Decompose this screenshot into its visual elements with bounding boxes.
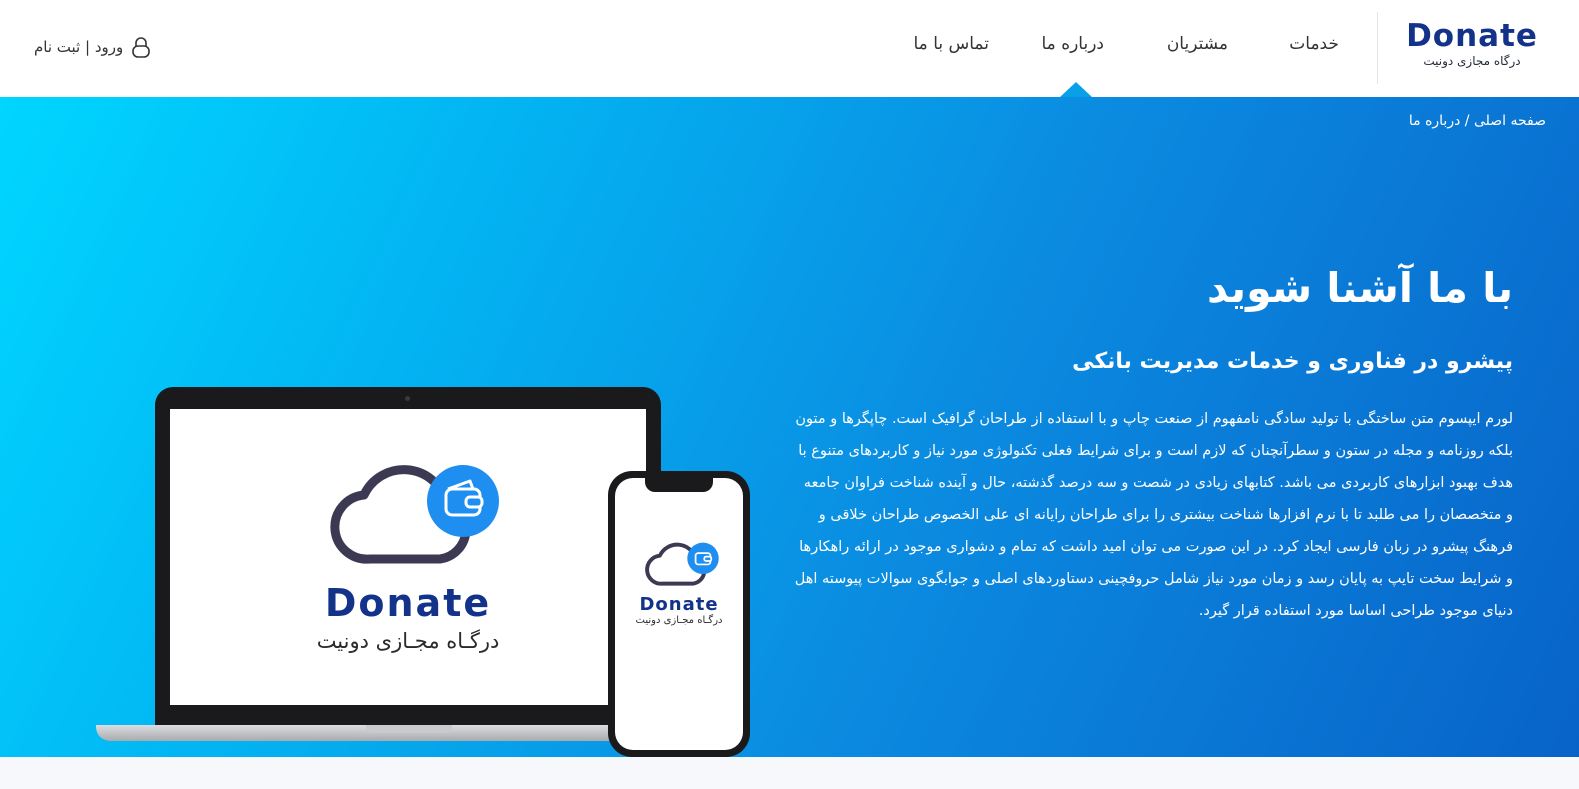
page-title: با ما آشنا شوید — [1207, 264, 1513, 312]
page-bottom-strip — [0, 757, 1579, 789]
login-register-label[interactable]: ورود | ثبت نام — [34, 38, 123, 56]
laptop-lid: Donate درگـاه مجـازی دونیت — [155, 387, 661, 727]
laptop-camera — [405, 396, 410, 401]
hero-section: صفحه اصلی / درباره ما با ما آشنا شوید پی… — [0, 97, 1579, 757]
page-subtitle: پیشرو در فناوری و خدمات مدیریت بانکی — [1072, 349, 1513, 374]
phone-logo-wordmark: Donate — [639, 594, 719, 615]
nav-item-customers[interactable]: مشتریان — [1167, 34, 1228, 54]
laptop-logo-tagline: درگـاه مجـازی دونیت — [316, 629, 500, 653]
nav-item-services[interactable]: خدمات — [1289, 34, 1339, 54]
nav-item-contact[interactable]: تماس با ما — [914, 34, 990, 54]
breadcrumb-separator: / — [1464, 113, 1470, 129]
nav-item-about[interactable]: درباره ما — [1042, 34, 1105, 54]
active-nav-indicator — [1060, 82, 1092, 97]
cloud-wallet-icon — [330, 465, 499, 564]
phone-screen-logo: Donate درگـاه مجـازی دونیت — [615, 540, 743, 626]
about-paragraph: لورم ایپسوم متن ساختگی با تولید سادگی نا… — [794, 411, 1513, 619]
breadcrumb: صفحه اصلی / درباره ما — [1409, 113, 1546, 129]
cloud-wallet-icon — [645, 542, 719, 586]
phone-screen: Donate درگـاه مجـازی دونیت — [615, 478, 743, 750]
laptop-logo-wordmark: Donate — [324, 581, 492, 625]
lock-icon — [132, 37, 151, 58]
logo-tagline: درگاه مجازی دونیت — [1423, 54, 1521, 68]
logo-wordmark[interactable]: Donate — [1397, 18, 1547, 54]
laptop-hinge — [366, 725, 452, 733]
phone-mockup: Donate درگـاه مجـازی دونیت — [608, 471, 750, 757]
site-header: Donate درگاه مجازی دونیت خدمات مشتریان د… — [0, 0, 1579, 97]
laptop-mockup: Donate درگـاه مجـازی دونیت — [96, 387, 671, 752]
breadcrumb-home[interactable]: صفحه اصلی — [1474, 113, 1546, 129]
phone-notch — [645, 478, 713, 492]
laptop-screen: Donate درگـاه مجـازی دونیت — [170, 409, 646, 705]
breadcrumb-current: درباره ما — [1408, 113, 1461, 129]
brand-logo[interactable]: Donate درگاه مجازی دونیت — [1397, 18, 1547, 68]
phone-logo-tagline: درگـاه مجـازی دونیت — [635, 615, 723, 626]
laptop-screen-logo: Donate درگـاه مجـازی دونیت — [170, 459, 646, 653]
header-divider — [1377, 12, 1378, 84]
login-register-link[interactable]: ورود | ثبت نام — [34, 36, 151, 58]
